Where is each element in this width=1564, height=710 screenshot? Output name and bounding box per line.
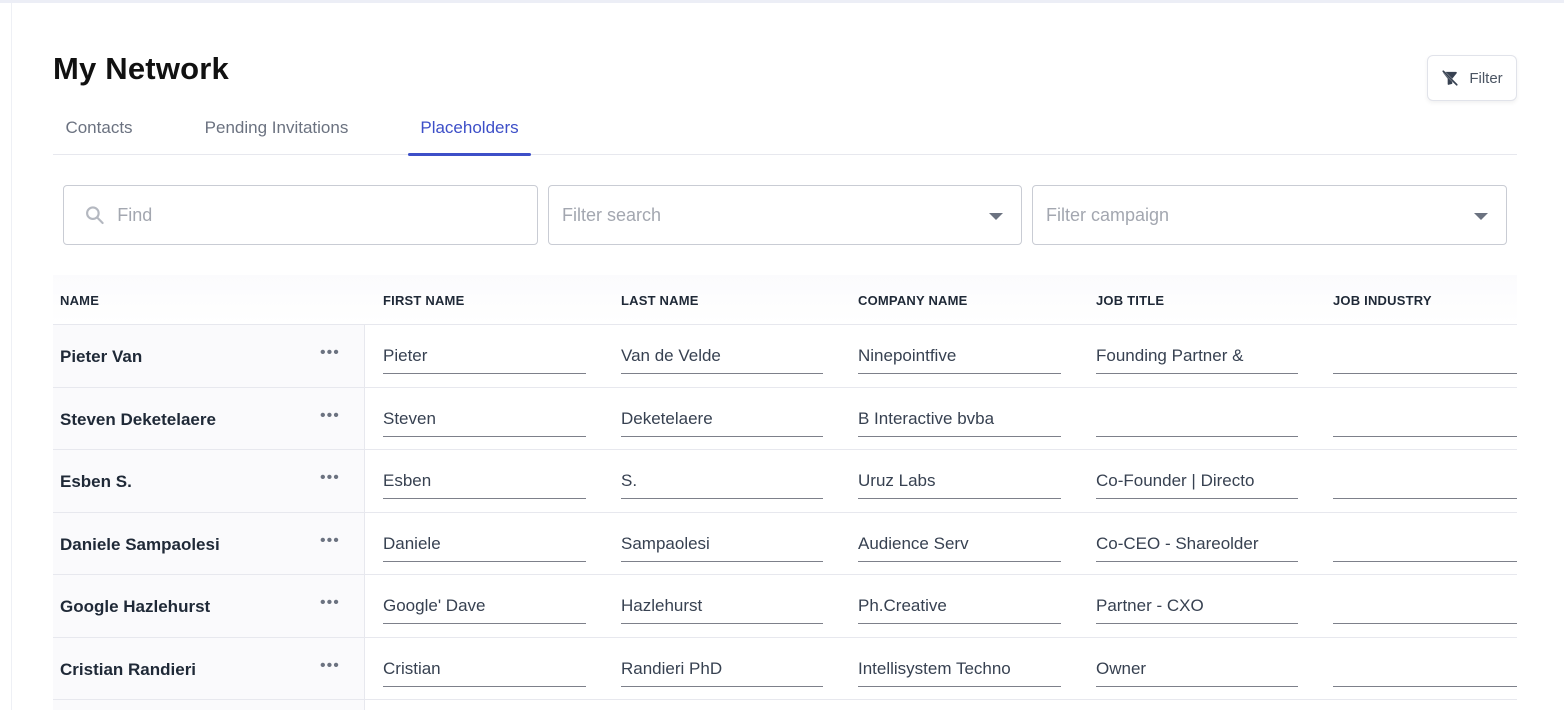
filter-search-select[interactable] bbox=[548, 185, 1022, 245]
job-industry-field[interactable] bbox=[1333, 405, 1517, 437]
tab-contacts[interactable]: Contacts bbox=[64, 108, 134, 155]
last-name-field[interactable]: Van de Velde bbox=[621, 342, 823, 374]
first-name-field[interactable]: Cristian bbox=[383, 655, 586, 687]
table-row: Esben S. ••• Esben S. Uruz Labs Co-Found… bbox=[53, 450, 1517, 513]
column-header-company-name: COMPANY NAME bbox=[858, 293, 968, 308]
filter-button-label: Filter bbox=[1469, 69, 1503, 87]
table-row: Pieter Van ••• Pieter Van de Velde Ninep… bbox=[53, 325, 1517, 388]
job-industry-field[interactable] bbox=[1333, 530, 1517, 562]
more-horizontal-icon[interactable]: ••• bbox=[320, 407, 340, 424]
job-title-field[interactable]: Partner - CXO bbox=[1096, 592, 1298, 624]
name-cell: Google Hazlehurst ••• bbox=[53, 575, 365, 637]
job-title-field[interactable]: Co-Founder | Directo bbox=[1096, 467, 1298, 499]
first-name-field[interactable]: Esben bbox=[383, 467, 586, 499]
name-cell: Steven Deketelaere ••• bbox=[53, 387, 365, 449]
job-title-field[interactable]: Founding Partner & bbox=[1096, 342, 1298, 374]
tab-pending-invitations[interactable]: Pending Invitations bbox=[199, 108, 354, 155]
last-name-field[interactable]: S. bbox=[621, 467, 823, 499]
job-industry-field[interactable] bbox=[1333, 342, 1517, 374]
filter-off-icon bbox=[1442, 70, 1459, 86]
name-cell: Daniele Sampaolesi ••• bbox=[53, 512, 365, 574]
more-horizontal-icon[interactable]: ••• bbox=[320, 657, 340, 674]
more-horizontal-icon[interactable]: ••• bbox=[320, 532, 340, 549]
page-title: My Network bbox=[53, 51, 229, 86]
filter-button[interactable]: Filter bbox=[1427, 55, 1517, 101]
job-title-field[interactable] bbox=[1096, 405, 1298, 437]
job-title-field[interactable]: Owner bbox=[1096, 655, 1298, 687]
last-name-field[interactable]: Deketelaere bbox=[621, 405, 823, 437]
contact-name: Daniele Sampaolesi bbox=[60, 534, 220, 554]
table-row: Cristian Randieri ••• Cristian Randieri … bbox=[53, 637, 1517, 700]
first-name-field[interactable]: Daniele bbox=[383, 530, 586, 562]
table-row bbox=[53, 700, 1517, 710]
column-header-first-name: FIRST NAME bbox=[383, 293, 465, 308]
more-horizontal-icon[interactable]: ••• bbox=[320, 470, 340, 486]
contact-name: Pieter Van bbox=[60, 347, 143, 366]
name-cell bbox=[53, 700, 365, 710]
search-field[interactable] bbox=[63, 185, 538, 245]
table-row: Daniele Sampaolesi ••• Daniele Sampaoles… bbox=[53, 512, 1517, 575]
name-cell: Pieter Van ••• bbox=[53, 325, 365, 387]
contact-name: Esben S. bbox=[60, 472, 132, 491]
first-name-field[interactable]: Steven bbox=[383, 405, 586, 437]
company-name-field[interactable]: Ph.Creative bbox=[858, 592, 1061, 624]
name-cell: Esben S. ••• bbox=[53, 450, 365, 512]
company-name-field[interactable]: Intellisystem Techno bbox=[858, 655, 1061, 687]
job-industry-field[interactable] bbox=[1333, 592, 1517, 624]
top-divider bbox=[0, 0, 1564, 3]
company-name-field[interactable]: Ninepointfive bbox=[858, 342, 1061, 374]
job-industry-field[interactable] bbox=[1333, 467, 1517, 499]
table-header: NAME FIRST NAME LAST NAME COMPANY NAME J… bbox=[53, 275, 1517, 325]
tab-placeholders[interactable]: Placeholders bbox=[408, 108, 531, 156]
column-header-last-name: LAST NAME bbox=[621, 293, 699, 308]
job-title-field[interactable]: Co-CEO - Shareolder bbox=[1096, 530, 1298, 562]
last-name-field[interactable]: Sampaolesi bbox=[621, 530, 823, 562]
more-horizontal-icon[interactable]: ••• bbox=[320, 595, 340, 611]
filter-search-input[interactable] bbox=[562, 204, 981, 226]
contact-name: Steven Deketelaere bbox=[60, 409, 216, 429]
more-horizontal-icon[interactable]: ••• bbox=[320, 345, 340, 361]
search-icon bbox=[86, 206, 104, 225]
column-header-job-title: JOB TITLE bbox=[1096, 293, 1165, 308]
last-name-field[interactable]: Randieri PhD bbox=[621, 655, 823, 687]
first-name-field[interactable]: Google' Dave bbox=[383, 592, 586, 624]
contact-name: Cristian Randieri bbox=[60, 659, 197, 679]
company-name-field[interactable]: Uruz Labs bbox=[858, 467, 1061, 499]
chevron-down-icon[interactable] bbox=[989, 213, 1003, 220]
tab-bar: Contacts Pending Invitations Placeholder… bbox=[53, 108, 1517, 156]
placeholders-table: NAME FIRST NAME LAST NAME COMPANY NAME J… bbox=[53, 275, 1517, 710]
job-industry-field[interactable] bbox=[1333, 655, 1517, 687]
company-name-field[interactable]: Audience Serv bbox=[858, 530, 1061, 562]
first-name-field[interactable]: Pieter bbox=[383, 342, 586, 374]
filter-campaign-input[interactable] bbox=[1046, 204, 1466, 226]
filter-campaign-select[interactable] bbox=[1032, 185, 1507, 245]
column-header-name: NAME bbox=[60, 293, 100, 308]
table-row: Steven Deketelaere ••• Steven Deketelaer… bbox=[53, 387, 1517, 450]
company-name-field[interactable]: B Interactive bvba bbox=[858, 405, 1061, 437]
chevron-down-icon[interactable] bbox=[1474, 213, 1488, 220]
name-cell: Cristian Randieri ••• bbox=[53, 637, 365, 699]
column-header-job-industry: JOB INDUSTRY bbox=[1333, 293, 1432, 308]
search-input[interactable] bbox=[117, 204, 537, 226]
last-name-field[interactable]: Hazlehurst bbox=[621, 592, 823, 624]
left-divider bbox=[11, 3, 12, 710]
contact-name: Google Hazlehurst bbox=[60, 597, 211, 616]
table-row: Google Hazlehurst ••• Google' Dave Hazle… bbox=[53, 575, 1517, 638]
